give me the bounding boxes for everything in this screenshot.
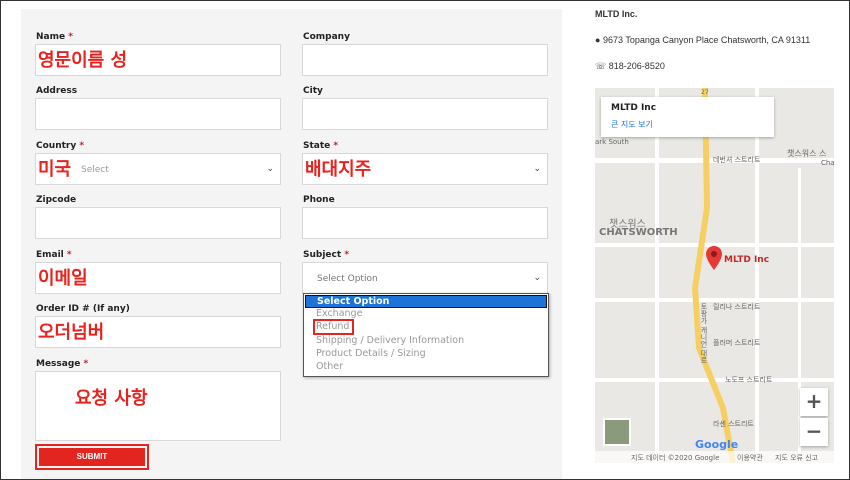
view-larger-map-link[interactable]: 큰 지도 보기 [611,119,653,130]
zoom-out-button[interactable]: − [800,418,828,446]
email-label: Email * [36,250,72,260]
annotation-country: 미국 [38,159,72,180]
map-embed[interactable]: 데번셔 스트리트 릴리나 스트리트 플러머 스트리트 노도프 스트리트 라센 스… [595,88,834,463]
map-street-label: 토팡가 캐니언 대로 [700,303,708,364]
subject-label: Subject * [303,250,350,260]
annotation-state: 배대지주 [305,159,372,180]
map-highway [691,88,736,463]
message-label: Message * [36,359,89,369]
refund-highlight-box [313,319,354,335]
location-pin-icon: ● [595,35,601,45]
chevron-down-icon: ⌄ [266,164,274,174]
chevron-down-icon: ⌄ [533,164,541,174]
country-select[interactable]: Select ⌄ [35,153,281,185]
map-street-label: 릴리나 스트리트 [713,303,761,311]
subject-select[interactable]: Select Option ⌄ [302,262,548,294]
map-street-label: 데번셔 스트리트 [713,156,761,164]
subject-value: Select Option [317,274,378,284]
map-marker-label: MLTD Inc [724,255,770,265]
phone-input[interactable] [302,207,548,239]
city-label: City [303,86,323,96]
subject-dropdown: Select Option Exchange Refund Shipping /… [303,293,549,377]
order-label: Order ID # (If any) [36,304,130,314]
map-street-label: 노도프 스트리트 [725,376,773,384]
zipcode-input[interactable] [35,207,281,239]
annotation-message: 요청 사항 [75,388,148,409]
submit-label: SUBMIT [39,448,145,466]
map-marker-icon[interactable] [706,246,722,270]
state-label: State * [303,141,339,151]
map-report-link[interactable]: 지도 오류 신고 [775,453,818,463]
subject-option[interactable]: Shipping / Delivery Information [316,335,464,346]
map-data-credit: 지도 데이터 ©2020 Google [631,454,720,462]
address-input[interactable] [35,98,281,130]
phone-label: Phone [303,195,335,205]
zipcode-label: Zipcode [36,195,77,205]
company-phone: ☏ 818-206-8520 [595,61,665,71]
map-street-label: 라센 스트리트 [713,420,754,428]
submit-button[interactable]: SUBMIT [35,444,149,470]
company-label: Company [303,32,350,42]
google-logo: Google [695,438,739,451]
map-street-label: 플러머 스트리트 [713,339,761,347]
city-input[interactable] [302,98,548,130]
annotation-name: 영문이름 성 [38,50,128,71]
annotation-order: 오더넘버 [38,322,105,343]
street-view-thumbnail[interactable] [603,418,631,446]
map-place-name: MLTD Inc [611,103,657,113]
company-address: ● 9673 Topanga Canyon Place Chatsworth, … [595,35,811,45]
subject-option[interactable]: Exchange [316,308,362,319]
company-name: MLTD Inc. [595,9,638,19]
map-footer: 지도 데이터 ©2020 Google 이용약관 지도 오류 신고 [595,451,834,463]
map-terms-link[interactable]: 이용약관 [737,453,763,463]
company-input[interactable] [302,44,548,76]
map-area-label: 챗스워스 스 [787,149,827,158]
address-label: Address [36,86,78,96]
zoom-in-button[interactable]: + [800,388,828,416]
message-textarea[interactable] [35,371,281,441]
subject-option[interactable]: Product Details / Sizing [316,348,426,359]
phone-icon: ☏ [595,61,607,71]
map-area-label: Cha [821,159,834,167]
name-label: Name * [36,32,73,42]
map-area-label: CHATSWORTH [599,227,678,238]
country-value: Select [81,165,109,175]
annotation-email: 이메일 [38,268,88,289]
route-badge: 27 [701,89,709,96]
country-label: Country * [36,141,85,151]
chevron-down-icon: ⌄ [533,273,541,283]
map-info-window: MLTD Inc 큰 지도 보기 [601,97,774,137]
subject-option[interactable]: Other [316,361,343,372]
subject-option[interactable]: Select Option [305,295,547,308]
map-park-label: ark South [595,138,629,146]
